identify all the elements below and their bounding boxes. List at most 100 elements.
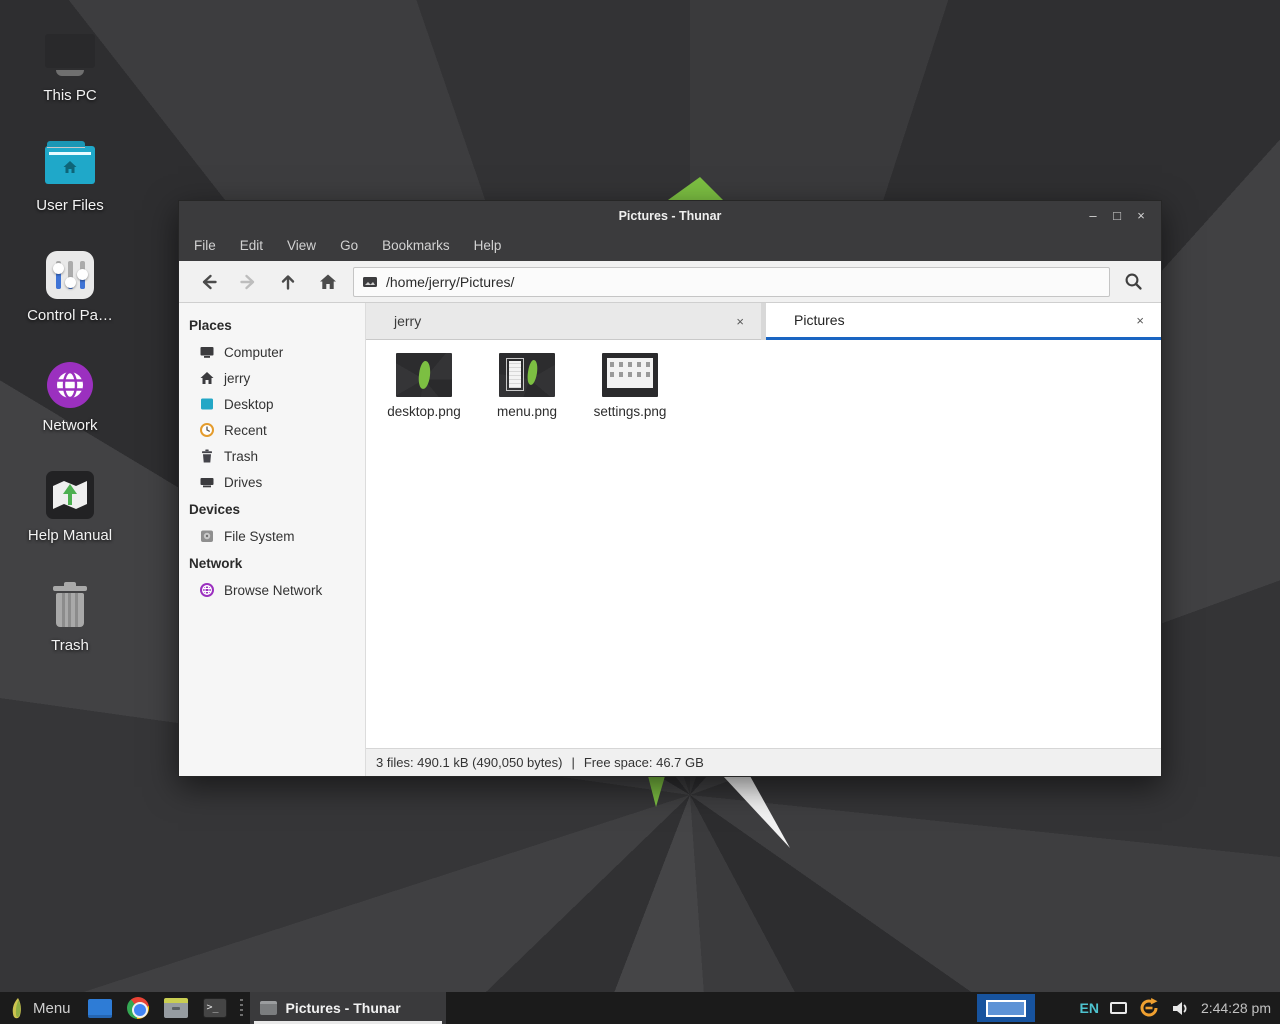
file-desktop-png[interactable]: desktop.png (376, 350, 472, 419)
sidebar-item-label: Browse Network (224, 583, 322, 598)
desktop-icon-label: User Files (8, 197, 132, 214)
home-button[interactable] (308, 265, 348, 299)
map-arrow-icon (8, 468, 132, 522)
sidebar-item-label: Computer (224, 345, 283, 360)
back-button[interactable] (188, 265, 228, 299)
window-titlebar[interactable]: Pictures - Thunar – □ × (179, 201, 1161, 231)
network-globe-icon (199, 582, 215, 598)
path-bar[interactable]: /home/jerry/Pictures/ (353, 267, 1110, 297)
sidebar-item-label: Desktop (224, 397, 274, 412)
computer-icon (199, 344, 215, 360)
trash-icon (199, 448, 215, 464)
menu-file[interactable]: File (182, 231, 228, 261)
desktop-icon (199, 396, 215, 412)
clock-icon (199, 422, 215, 438)
file-name: menu.png (497, 404, 557, 419)
desktop-icon-trash[interactable]: Trash (8, 578, 132, 654)
search-button[interactable] (1114, 265, 1152, 299)
mint-logo-icon (9, 997, 25, 1020)
sidebar-item-desktop[interactable]: Desktop (179, 391, 365, 417)
sidebar-item-browse-network[interactable]: Browse Network (179, 577, 365, 603)
sidebar-item-drives[interactable]: Drives (179, 469, 365, 495)
sidebar-item-jerry[interactable]: jerry (179, 365, 365, 391)
sidebar-item-label: File System (224, 529, 295, 544)
thumbnail-menu-png (499, 353, 555, 397)
image-icon (362, 274, 378, 290)
desktop-icon-network[interactable]: Network (8, 358, 132, 434)
terminal-icon[interactable]: >_ (203, 998, 227, 1018)
taskbar-window-label: Pictures - Thunar (286, 1000, 401, 1016)
tab-bar: jerry × Pictures × (366, 303, 1161, 340)
desktop-icon-label: Trash (8, 637, 132, 654)
window-title: Pictures - Thunar (179, 209, 1161, 223)
tab-close-icon[interactable]: × (1129, 313, 1151, 328)
minimize-button[interactable]: – (1081, 201, 1105, 231)
sidebar-item-label: Recent (224, 423, 267, 438)
workspace-switcher[interactable] (977, 994, 1035, 1022)
menu-bookmarks[interactable]: Bookmarks (370, 231, 462, 261)
taskbar-window-button[interactable]: Pictures - Thunar (250, 992, 446, 1024)
sidebar-header-devices: Devices (179, 495, 365, 523)
file-view: desktop.png menu.png settings.png (366, 340, 1161, 748)
home-icon (318, 272, 338, 292)
menu-view[interactable]: View (275, 231, 328, 261)
menu-bar: File Edit View Go Bookmarks Help (179, 231, 1161, 261)
sidebar: Places Computer jerry Desktop Recent Tra… (179, 303, 366, 776)
status-free-space: Free space: 46.7 GB (584, 755, 704, 770)
panel-grip (240, 999, 243, 1017)
status-bar: 3 files: 490.1 kB (490,050 bytes) | Free… (366, 748, 1161, 776)
file-manager-icon[interactable] (164, 998, 188, 1018)
tab-close-icon[interactable]: × (729, 314, 751, 329)
sidebar-item-label: jerry (224, 371, 250, 386)
menu-edit[interactable]: Edit (228, 231, 275, 261)
menu-help[interactable]: Help (462, 231, 514, 261)
volume-icon[interactable] (1171, 1000, 1190, 1017)
desktop-icon-control-panel[interactable]: Control Pa… (8, 248, 132, 324)
update-manager-icon[interactable] (1138, 997, 1160, 1019)
file-name: settings.png (594, 404, 667, 419)
clock[interactable]: 2:44:28 pm (1201, 1000, 1271, 1016)
menu-button[interactable] (9, 997, 25, 1020)
tab-pictures[interactable]: Pictures × (766, 303, 1161, 340)
file-settings-png[interactable]: settings.png (582, 350, 678, 419)
home-icon (199, 370, 215, 386)
close-button[interactable]: × (1129, 201, 1153, 231)
sidebar-item-file-system[interactable]: File System (179, 523, 365, 549)
status-divider: | (571, 755, 574, 770)
window-picture-icon (260, 1001, 277, 1015)
home-folder-icon (8, 138, 132, 192)
menu-go[interactable]: Go (328, 231, 370, 261)
system-tray: EN 2:44:28 pm (977, 994, 1280, 1022)
sidebar-item-trash[interactable]: Trash (179, 443, 365, 469)
tab-label: Pictures (794, 312, 1129, 328)
drive-icon (199, 474, 215, 490)
chrome-icon[interactable] (127, 997, 149, 1019)
display-icon[interactable] (1110, 1002, 1127, 1014)
tab-jerry[interactable]: jerry × (366, 303, 761, 340)
up-button[interactable] (268, 265, 308, 299)
desktop-icon-user-files[interactable]: User Files (8, 138, 132, 214)
back-icon (198, 272, 219, 292)
desktop-icon-this-pc[interactable]: This PC (8, 28, 132, 104)
sidebar-item-computer[interactable]: Computer (179, 339, 365, 365)
thumbnail-settings-png (602, 353, 658, 397)
menu-label[interactable]: Menu (33, 1000, 71, 1017)
forward-button[interactable] (228, 265, 268, 299)
maximize-button[interactable]: □ (1105, 201, 1129, 231)
active-workspace[interactable] (986, 1000, 1026, 1017)
search-icon (1123, 271, 1144, 292)
file-name: desktop.png (387, 404, 461, 419)
sidebar-item-recent[interactable]: Recent (179, 417, 365, 443)
keyboard-layout-indicator[interactable]: EN (1079, 1000, 1098, 1016)
thunar-window: Pictures - Thunar – □ × File Edit View G… (178, 200, 1162, 777)
show-desktop-icon[interactable] (88, 999, 112, 1018)
sidebar-header-network: Network (179, 549, 365, 577)
taskbar: Menu >_ Pictures - Thunar EN 2:44:28 pm (0, 992, 1280, 1024)
sidebar-header-places: Places (179, 311, 365, 339)
sidebar-item-label: Trash (224, 449, 258, 464)
desktop-icon-help-manual[interactable]: Help Manual (8, 468, 132, 544)
toolbar: /home/jerry/Pictures/ (179, 261, 1161, 303)
forward-icon (238, 272, 259, 292)
desktop-icon-label: Help Manual (8, 527, 132, 544)
file-menu-png[interactable]: menu.png (479, 350, 575, 419)
